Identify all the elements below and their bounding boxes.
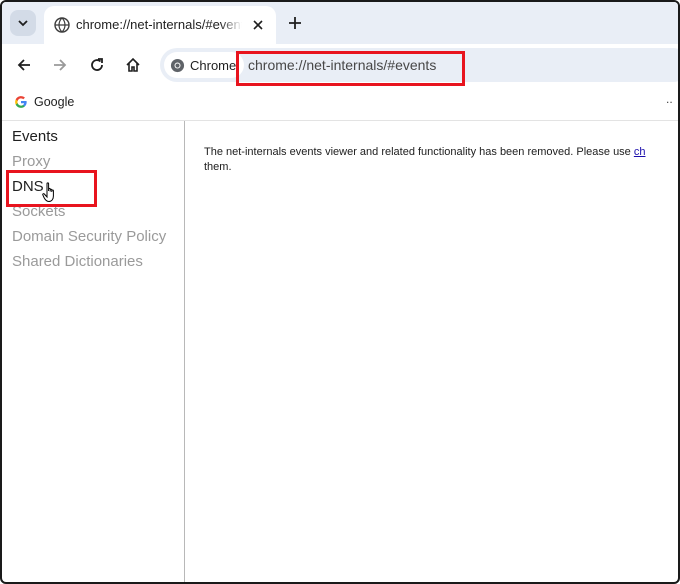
bookmarks-bar: Google .. bbox=[2, 86, 678, 121]
reload-icon bbox=[91, 58, 103, 71]
tab-search-button[interactable] bbox=[10, 10, 36, 36]
tab-close-button[interactable] bbox=[249, 16, 267, 34]
tab-title: chrome://net-internals/#events bbox=[76, 17, 242, 32]
arrow-right-icon bbox=[54, 59, 67, 71]
bookmark-google[interactable]: Google bbox=[14, 95, 74, 109]
tab-active[interactable]: chrome://net-internals/#events bbox=[44, 6, 276, 44]
home-icon bbox=[126, 57, 140, 72]
site-chip-label: Chrome bbox=[190, 57, 237, 73]
plus-icon bbox=[289, 17, 301, 29]
sidebar-item-proxy[interactable]: Proxy bbox=[12, 153, 50, 170]
hand-cursor-icon bbox=[42, 182, 54, 203]
url-highlight-box bbox=[236, 51, 465, 86]
sidebar-item-domain-security-policy[interactable]: Domain Security Policy bbox=[12, 228, 166, 245]
sidebar-item-events[interactable]: Events bbox=[12, 128, 58, 145]
browser-window: chrome://net-internals/#events Chrome ch… bbox=[0, 0, 680, 584]
tab-strip: chrome://net-internals/#events bbox=[2, 2, 678, 44]
reload-button[interactable] bbox=[85, 53, 109, 77]
new-tab-button[interactable] bbox=[284, 12, 306, 34]
page-content: Events Proxy DNS Sockets Domain Security… bbox=[2, 121, 678, 582]
message-text: The net-internals events viewer and rela… bbox=[204, 146, 634, 158]
sidebar-item-shared-dictionaries[interactable]: Shared Dictionaries bbox=[12, 253, 143, 270]
message-text-continued: them. bbox=[204, 161, 232, 173]
globe-icon bbox=[54, 17, 70, 33]
close-icon bbox=[253, 20, 263, 30]
back-button[interactable] bbox=[12, 53, 36, 77]
forward-button[interactable] bbox=[48, 53, 72, 77]
message-link[interactable]: ch bbox=[634, 146, 646, 158]
site-info-chip[interactable]: Chrome bbox=[164, 52, 245, 78]
google-logo-icon bbox=[15, 96, 27, 108]
home-button[interactable] bbox=[121, 53, 145, 77]
bookmarks-overflow[interactable]: .. bbox=[666, 92, 673, 106]
chrome-logo-icon bbox=[170, 58, 185, 72]
bookmark-label: Google bbox=[34, 95, 75, 109]
chevron-down-icon bbox=[18, 20, 28, 27]
events-removed-message: The net-internals events viewer and rela… bbox=[204, 145, 678, 175]
arrow-left-icon bbox=[17, 59, 30, 71]
